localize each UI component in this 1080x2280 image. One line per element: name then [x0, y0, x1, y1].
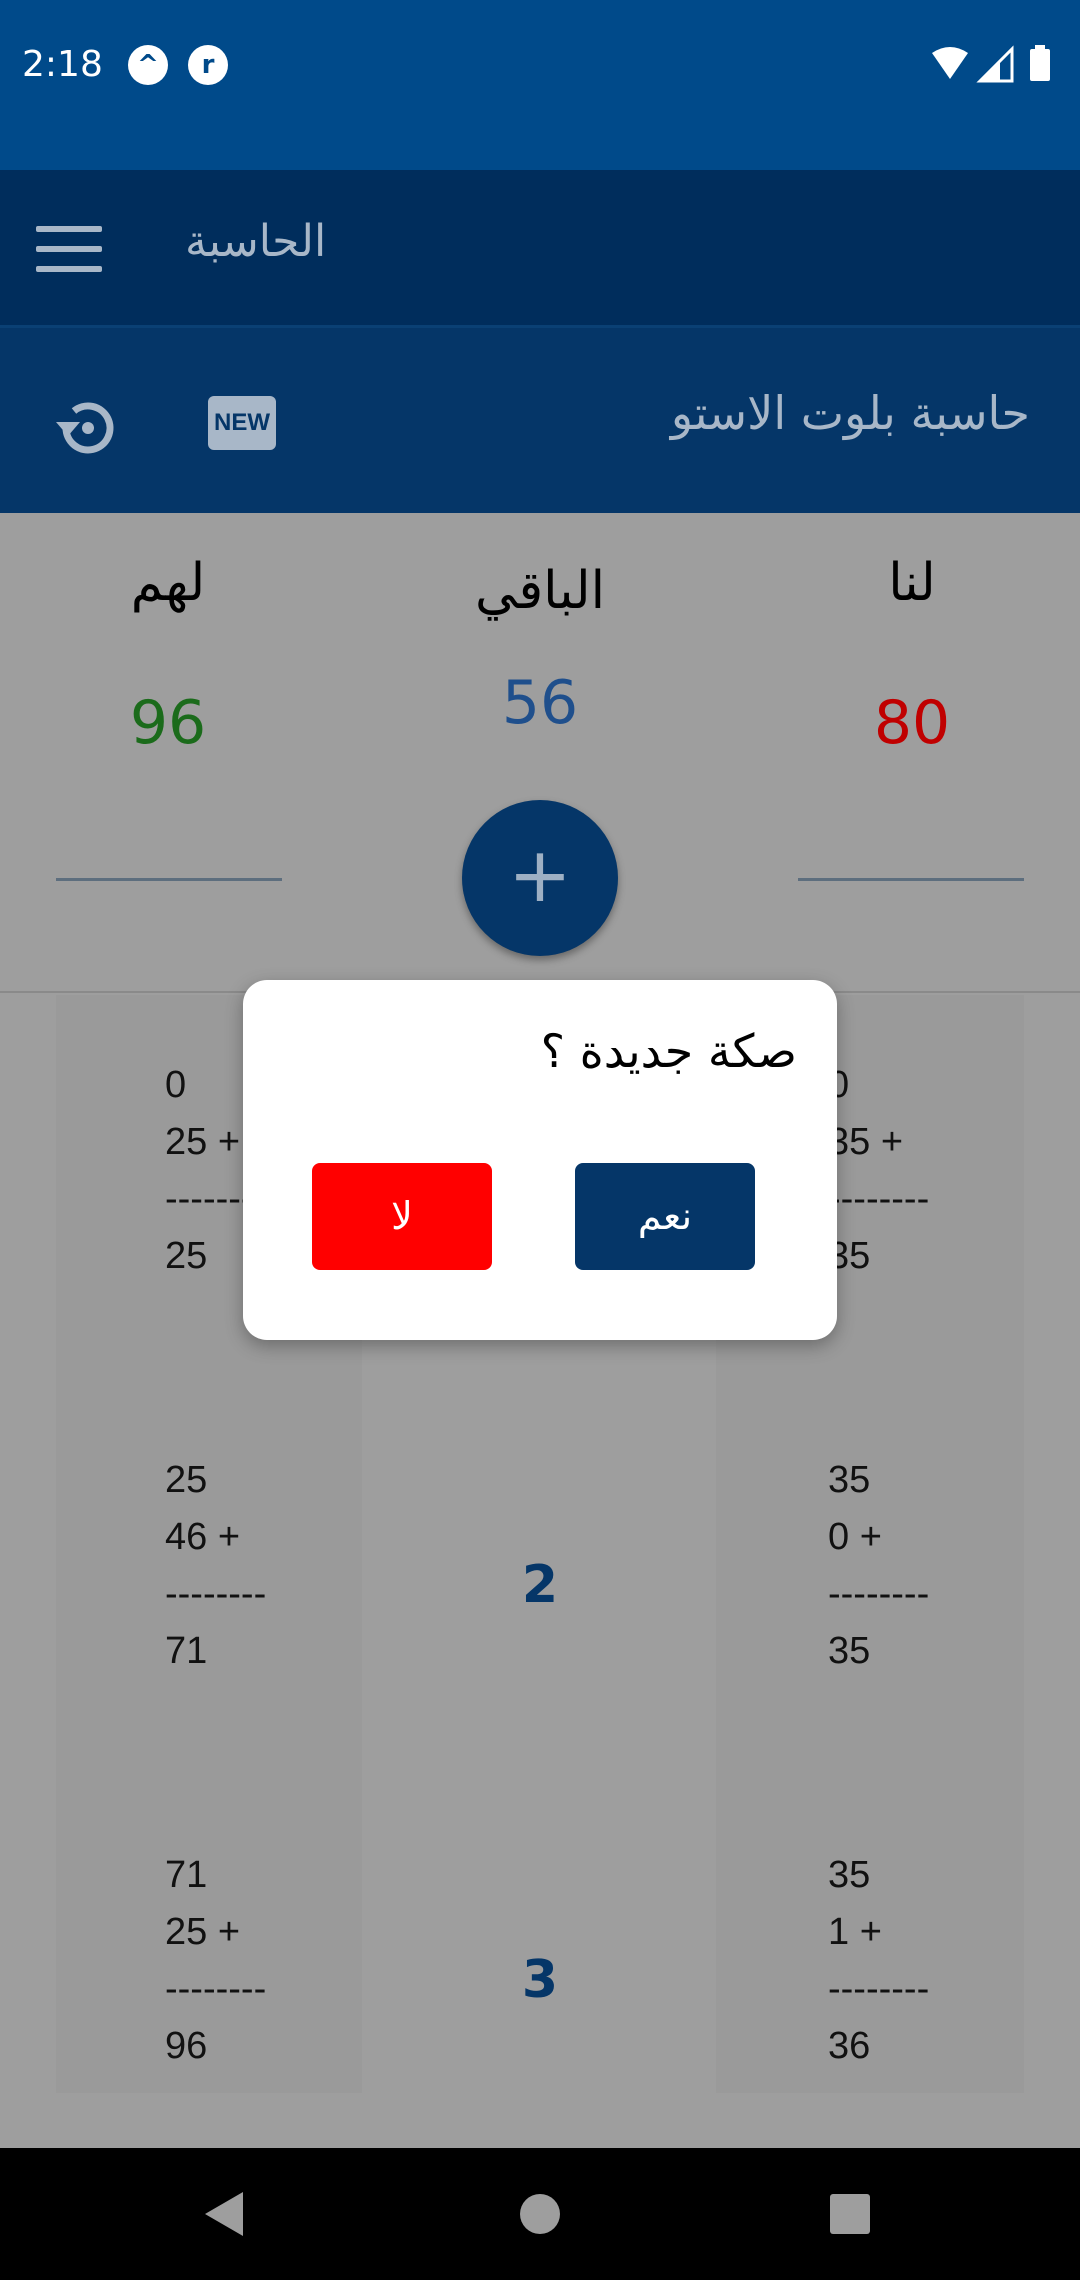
- round-2-number: 2: [521, 1555, 559, 1615]
- no-button[interactable]: لا: [312, 1163, 492, 1270]
- calculator-title: حاسبة بلوت الاستو: [670, 386, 1030, 440]
- status-time: 2:18: [22, 44, 103, 85]
- status-icons: [930, 45, 1060, 89]
- back-icon[interactable]: [205, 2192, 243, 2236]
- round-3-number: 3: [521, 1950, 559, 2010]
- them-input-underline[interactable]: [56, 878, 282, 881]
- round-2-us: 35 0 + -------- 35: [828, 1459, 930, 1672]
- us-label: لنا: [888, 553, 936, 613]
- yes-button[interactable]: نعم: [575, 1163, 755, 1270]
- new-round-dialog: صكة جديدة ؟ لا نعم: [243, 980, 837, 1340]
- calculator-header: NEW حاسبة بلوت الاستو: [0, 325, 1080, 513]
- notification-a-icon: ^: [128, 45, 168, 85]
- new-game-button[interactable]: NEW: [208, 396, 276, 450]
- status-bar: 2:18 ^ r: [0, 0, 1080, 170]
- round-3-them: 71 25 + -------- 96: [165, 1854, 267, 2067]
- us-score: 80: [873, 688, 951, 758]
- them-label: لهم: [130, 553, 206, 613]
- remaining-score: 56: [501, 668, 579, 738]
- remaining-label: الباقي: [474, 561, 606, 621]
- reset-icon[interactable]: [52, 392, 124, 464]
- them-score: 96: [129, 688, 207, 758]
- menu-icon[interactable]: [36, 226, 102, 272]
- recent-apps-icon[interactable]: [830, 2194, 870, 2234]
- home-icon[interactable]: [520, 2194, 560, 2234]
- round-3-us: 35 1 + -------- 36: [828, 1854, 930, 2067]
- us-input-underline[interactable]: [798, 878, 1024, 881]
- score-panel: لهم الباقي لنا 96 56 80 +: [0, 513, 1080, 993]
- round-1-us: 0 35 + -------- 35: [828, 1064, 930, 1277]
- wifi-signal-battery-icon: [932, 45, 1050, 83]
- app-bar: الحاسبة: [0, 170, 1080, 325]
- dialog-title: صكة جديدة ؟: [540, 1024, 797, 1078]
- app-title: الحاسبة: [185, 216, 327, 267]
- round-2-them: 25 46 + -------- 71: [165, 1459, 267, 1672]
- add-round-button[interactable]: +: [462, 800, 618, 956]
- notification-b-icon: r: [188, 45, 228, 85]
- navigation-bar: [0, 2148, 1080, 2280]
